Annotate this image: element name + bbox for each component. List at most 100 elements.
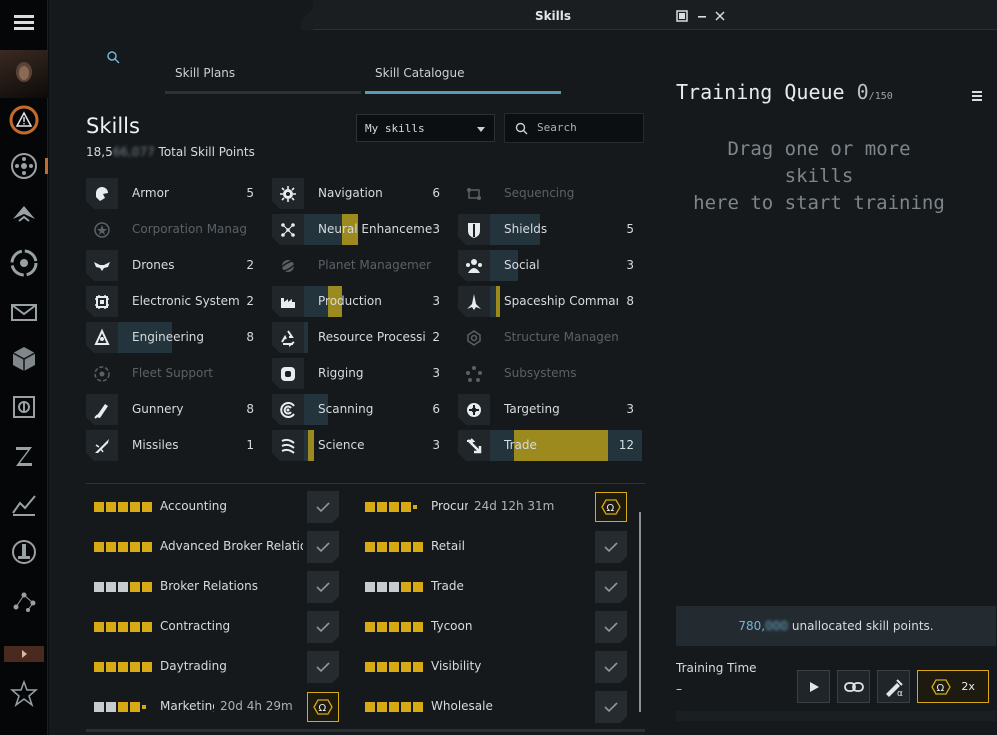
scrollbar[interactable]	[639, 512, 641, 712]
category-label: Engineering	[132, 330, 204, 344]
skill-row[interactable]: Trade	[365, 572, 627, 602]
pin-icon[interactable]	[675, 9, 689, 23]
category-rigging[interactable]: Rigging 3	[272, 358, 440, 389]
minimize-icon[interactable]	[695, 9, 709, 23]
tab-skill-plans[interactable]: Skill Plans	[165, 66, 361, 94]
trained-check-icon	[595, 651, 627, 683]
category-subsystems[interactable]: Subsystems	[458, 358, 642, 389]
title-bar[interactable]: Skills	[301, 0, 997, 30]
trained-check-icon	[307, 611, 339, 643]
sidebar-expand-button[interactable]	[4, 646, 44, 662]
link-button[interactable]	[837, 670, 870, 703]
category-targeting[interactable]: Targeting 3	[458, 394, 642, 425]
alert-icon[interactable]	[4, 100, 44, 140]
category-neural-enhanceme[interactable]: Neural Enhanceme 3	[272, 214, 440, 245]
omega-boost-button[interactable]: Ω 2x	[917, 670, 989, 703]
skill-row[interactable]: Tycoon	[365, 612, 627, 642]
structure-icon	[458, 322, 490, 353]
category-navigation[interactable]: Navigation 6	[272, 178, 440, 209]
fitting-icon[interactable]	[4, 194, 44, 234]
category-scanning[interactable]: Scanning 6	[272, 394, 440, 425]
subsystems-icon	[458, 358, 490, 389]
skill-name: Trade	[431, 579, 464, 593]
unallocated-sp-banner[interactable]: 780,000 unallocated skill points.	[676, 606, 996, 646]
category-level: 1	[246, 438, 254, 452]
industry-icon[interactable]	[4, 532, 44, 572]
skill-row[interactable]: Visibility	[365, 652, 627, 682]
category-armor[interactable]: Armor 5	[86, 178, 254, 209]
market-icon[interactable]	[4, 484, 44, 524]
skill-row[interactable]: Retail	[365, 532, 627, 562]
agency-icon[interactable]	[4, 436, 44, 476]
wallet-icon[interactable]	[4, 387, 44, 427]
search-icon[interactable]	[106, 50, 122, 66]
category-social[interactable]: Social 3	[458, 250, 642, 281]
omega-required-icon[interactable]: Ω	[595, 492, 627, 522]
category-electronic-system[interactable]: Electronic System 2	[86, 286, 254, 317]
trained-check-icon	[595, 691, 627, 723]
svg-text:Ω: Ω	[937, 683, 945, 694]
training-time-label: Training Time	[676, 661, 757, 675]
category-engineering[interactable]: Engineering 8	[86, 322, 254, 353]
skill-row[interactable]: Broker Relations	[94, 572, 339, 602]
category-trade[interactable]: Trade 12	[458, 430, 642, 461]
category-shields[interactable]: Shields 5	[458, 214, 642, 245]
search-icon	[515, 122, 528, 135]
skill-name: Visibility	[431, 659, 482, 673]
play-button[interactable]	[797, 670, 830, 703]
skill-row[interactable]: Advanced Broker Relatio	[94, 532, 339, 562]
empty-line: here to start training	[693, 192, 945, 214]
skill-level-pips	[94, 622, 152, 632]
category-spaceship-command[interactable]: Spaceship Command 8	[458, 286, 642, 317]
category-label: Scanning	[318, 402, 374, 416]
skill-level-pips	[94, 542, 152, 552]
menu-icon[interactable]	[971, 87, 983, 106]
avatar[interactable]	[0, 50, 48, 98]
skill-injector-button[interactable]: α	[877, 670, 910, 703]
category-missiles[interactable]: Missiles 1	[86, 430, 254, 461]
category-label: Gunnery	[132, 402, 184, 416]
inventory-icon[interactable]	[4, 338, 44, 378]
tab-label: Skill Plans	[175, 66, 236, 80]
search-input[interactable]: Search	[504, 113, 644, 143]
sequencing-icon	[458, 178, 490, 209]
queue-empty-message: Drag one or more skills here to start tr…	[689, 136, 949, 217]
category-production[interactable]: Production 3	[272, 286, 440, 317]
skill-name: Daytrading	[160, 659, 227, 673]
category-fleet-support[interactable]: Fleet Support	[86, 358, 254, 389]
map-icon[interactable]	[4, 580, 44, 620]
skill-row[interactable]: Accounting	[94, 492, 339, 522]
category-corporation-manag[interactable]: Corporation Manag	[86, 214, 254, 245]
character-sheet-icon[interactable]	[4, 146, 48, 186]
category-label: Social	[504, 258, 540, 272]
skill-row[interactable]: Marketing 20d 4h 29m Ω	[94, 692, 339, 722]
skill-row[interactable]: Contracting	[94, 612, 339, 642]
category-sequencing[interactable]: Sequencing	[458, 178, 642, 209]
category-structure-managem[interactable]: Structure Managem	[458, 322, 642, 353]
category-drones[interactable]: Drones 2	[86, 250, 254, 281]
skill-filter-dropdown[interactable]: My skills	[356, 114, 495, 142]
skill-row[interactable]: Procureme 24d 12h 31m Ω	[365, 492, 627, 522]
planet-icon	[272, 250, 304, 281]
mail-icon[interactable]	[4, 292, 44, 332]
category-label: Targeting	[504, 402, 560, 416]
category-label: Armor	[132, 186, 169, 200]
category-label: Fleet Support	[132, 366, 213, 380]
tab-skill-catalogue[interactable]: Skill Catalogue	[365, 66, 561, 94]
close-icon[interactable]	[713, 9, 727, 23]
category-science[interactable]: Science 3	[272, 430, 440, 461]
category-gunnery[interactable]: Gunnery 8	[86, 394, 254, 425]
skills-icon[interactable]	[4, 243, 44, 283]
unallocated-blurred: 000	[765, 619, 789, 633]
category-resource-processi[interactable]: Resource Processi 2	[272, 322, 440, 353]
eve-logo-icon[interactable]	[4, 674, 44, 714]
category-planet-managemer[interactable]: Planet Managemer	[272, 250, 440, 281]
menu-icon[interactable]	[4, 2, 44, 42]
omega-required-icon[interactable]: Ω	[307, 692, 339, 722]
category-level: 8	[246, 402, 254, 416]
skill-row[interactable]: Wholesale	[365, 692, 627, 722]
skill-row[interactable]: Daytrading	[94, 652, 339, 682]
trained-check-icon	[595, 611, 627, 643]
scanning-icon	[272, 394, 304, 425]
category-level: 3	[432, 222, 440, 236]
